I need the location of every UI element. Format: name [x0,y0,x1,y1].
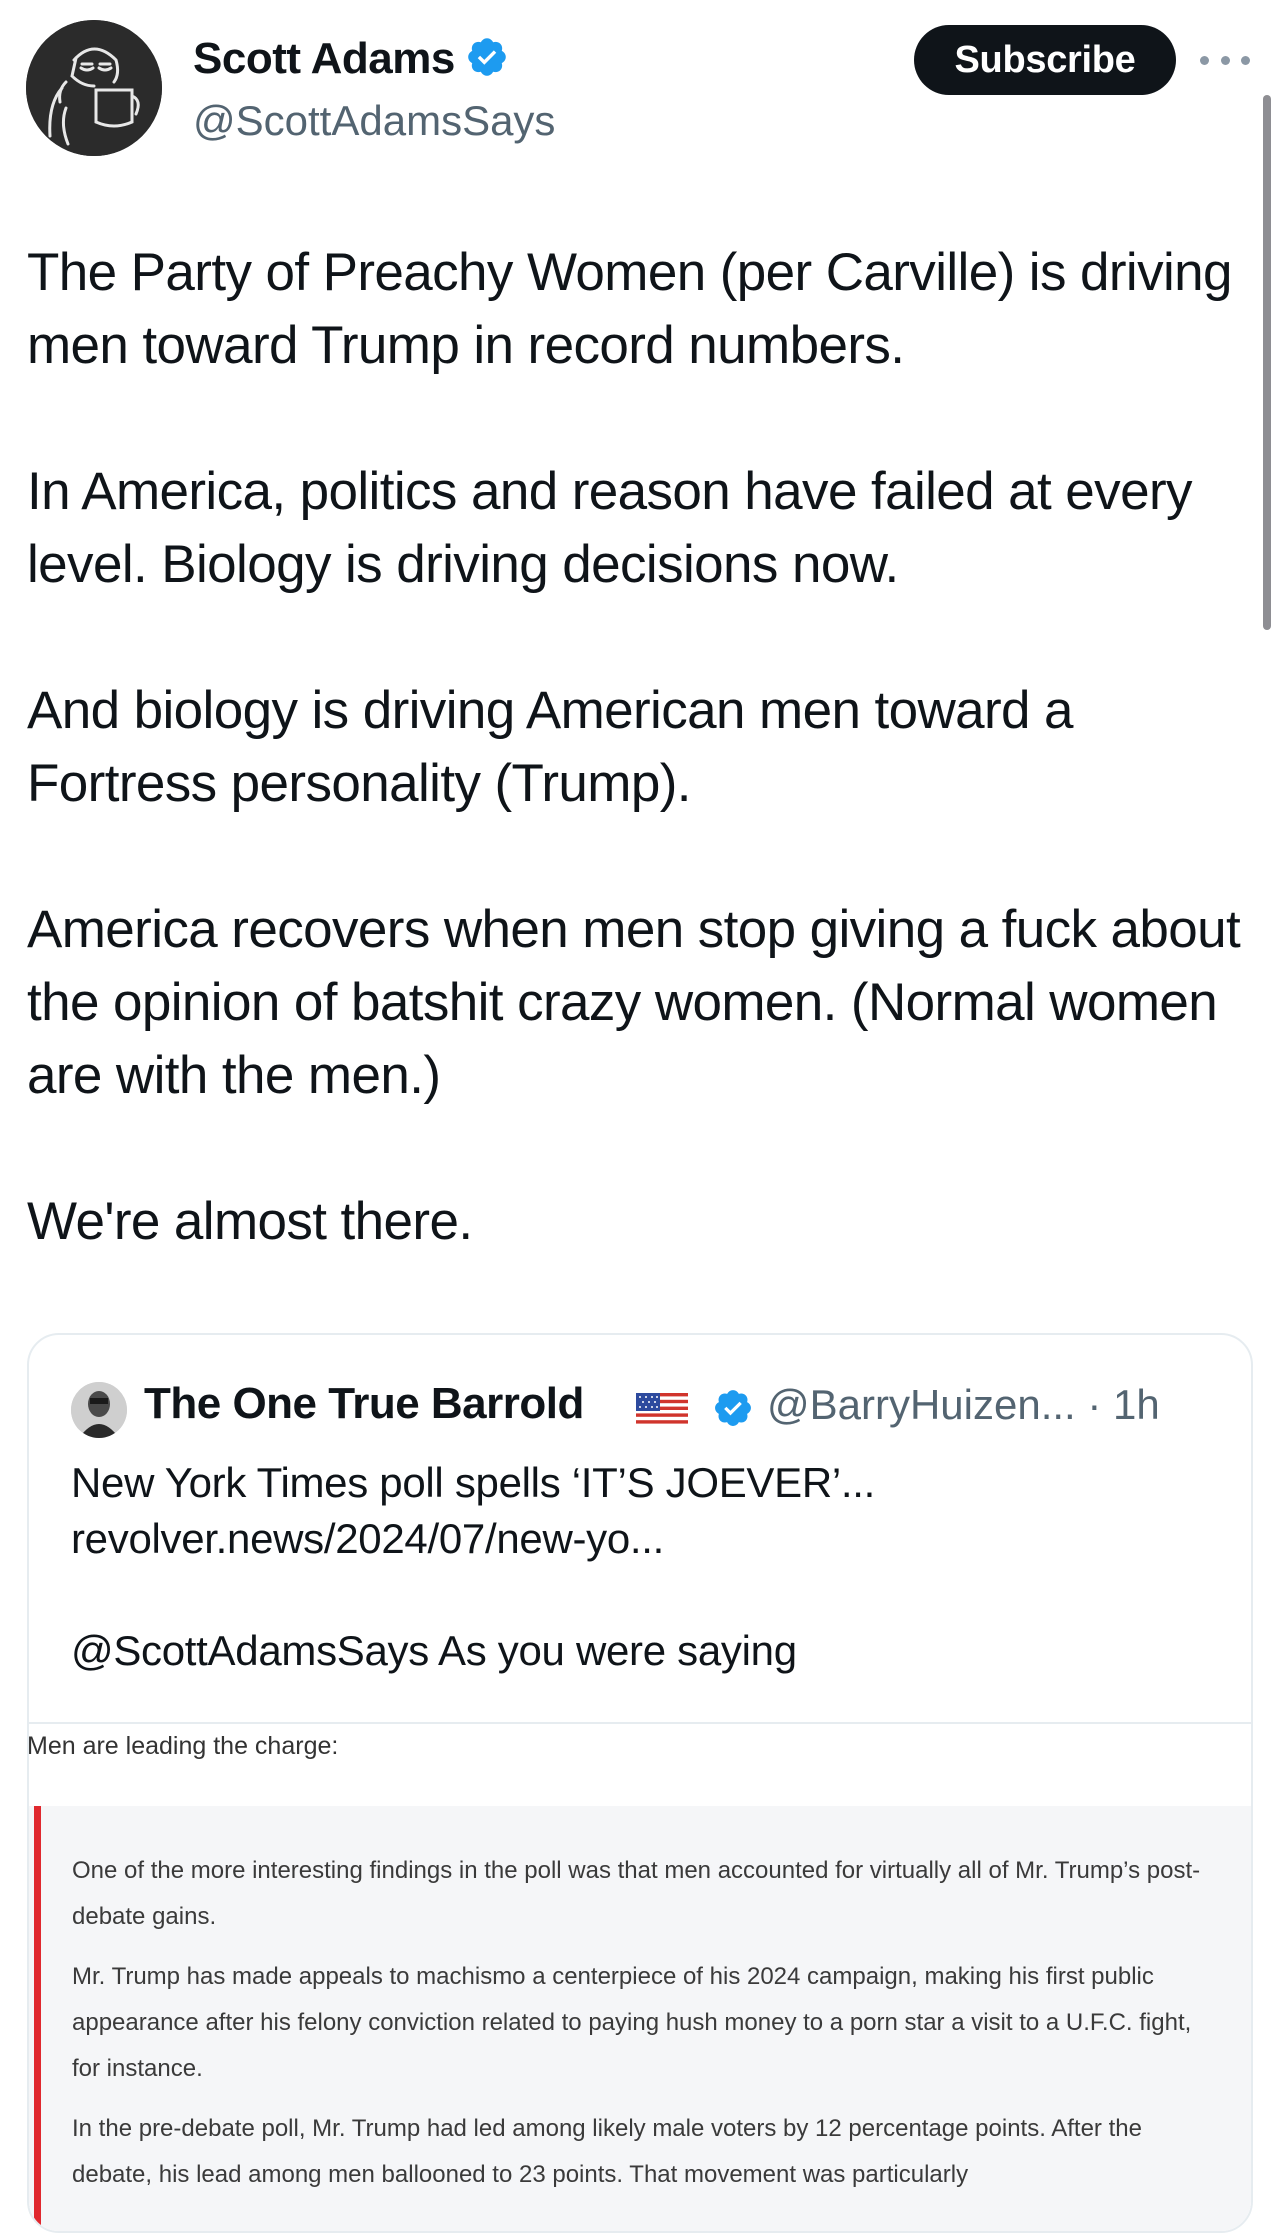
scrollbar[interactable] [1263,95,1271,630]
author-avatar[interactable] [26,20,162,156]
more-dot [1200,55,1209,65]
quoted-author-avatar[interactable] [71,1382,127,1438]
subscribe-button[interactable]: Subscribe [914,25,1176,95]
avatar-drawing-icon [26,20,162,156]
tweet-body: The Party of Preachy Women (per Carville… [27,236,1257,1331]
tweet-paragraph: America recovers when men stop giving a … [27,900,1241,1105]
tweet-paragraph: We're almost there. [27,1192,473,1251]
us-flag-icon [636,1393,688,1427]
quoted-text-line: New York Times poll spells ‘IT’S JOEVER’… [71,1459,876,1506]
blockquote-accent-bar [34,1806,41,2231]
author-name-text[interactable]: Scott Adams [193,34,455,83]
quoted-handle-time[interactable]: @BarryHuizen... · 1h [767,1381,1160,1429]
quoted-author-name[interactable]: The One True Barrold [144,1379,584,1429]
blockquote-paragraph: One of the more interesting findings in … [72,1857,1201,1930]
article-blockquote: One of the more interesting findings in … [29,1806,1251,2231]
quoted-verified-badge-icon [715,1390,751,1426]
quoted-avatar-icon [71,1382,127,1438]
blockquote-text: One of the more interesting findings in … [72,1848,1222,2212]
more-dot [1241,55,1250,65]
quoted-text-line: @ScottAdamsSays As you were saying [71,1627,797,1674]
article-intro: Men are leading the charge: [27,1732,339,1760]
more-options-icon[interactable] [1200,50,1250,70]
verified-badge-icon [468,38,506,77]
quoted-tweet-card[interactable]: The One True Barrold @BarryHuizen... · 1… [27,1333,1253,2233]
blockquote-paragraph: In the pre-debate poll, Mr. Trump had le… [72,2115,1142,2188]
tweet-paragraph: And biology is driving American men towa… [27,681,1074,813]
quoted-tweet-body: New York Times poll spells ‘IT’S JOEVER’… [71,1455,1221,1679]
article-screenshot-image[interactable]: Men are leading the charge: One of the m… [27,1724,1251,2231]
more-dot [1220,55,1230,65]
quoted-link[interactable]: revolver.news/2024/07/new-yo... [71,1511,1221,1567]
author-name[interactable]: Scott Adams [193,34,509,84]
author-handle[interactable]: @ScottAdamsSays [193,97,555,145]
blockquote-paragraph: Mr. Trump has made appeals to machismo a… [72,1963,1192,2082]
tweet-header: Scott Adams @ScottAdamsSays Subscribe [0,0,1284,170]
tweet-paragraph: The Party of Preachy Women (per Carville… [27,243,1233,375]
tweet-paragraph: In America, politics and reason have fai… [27,462,1193,594]
